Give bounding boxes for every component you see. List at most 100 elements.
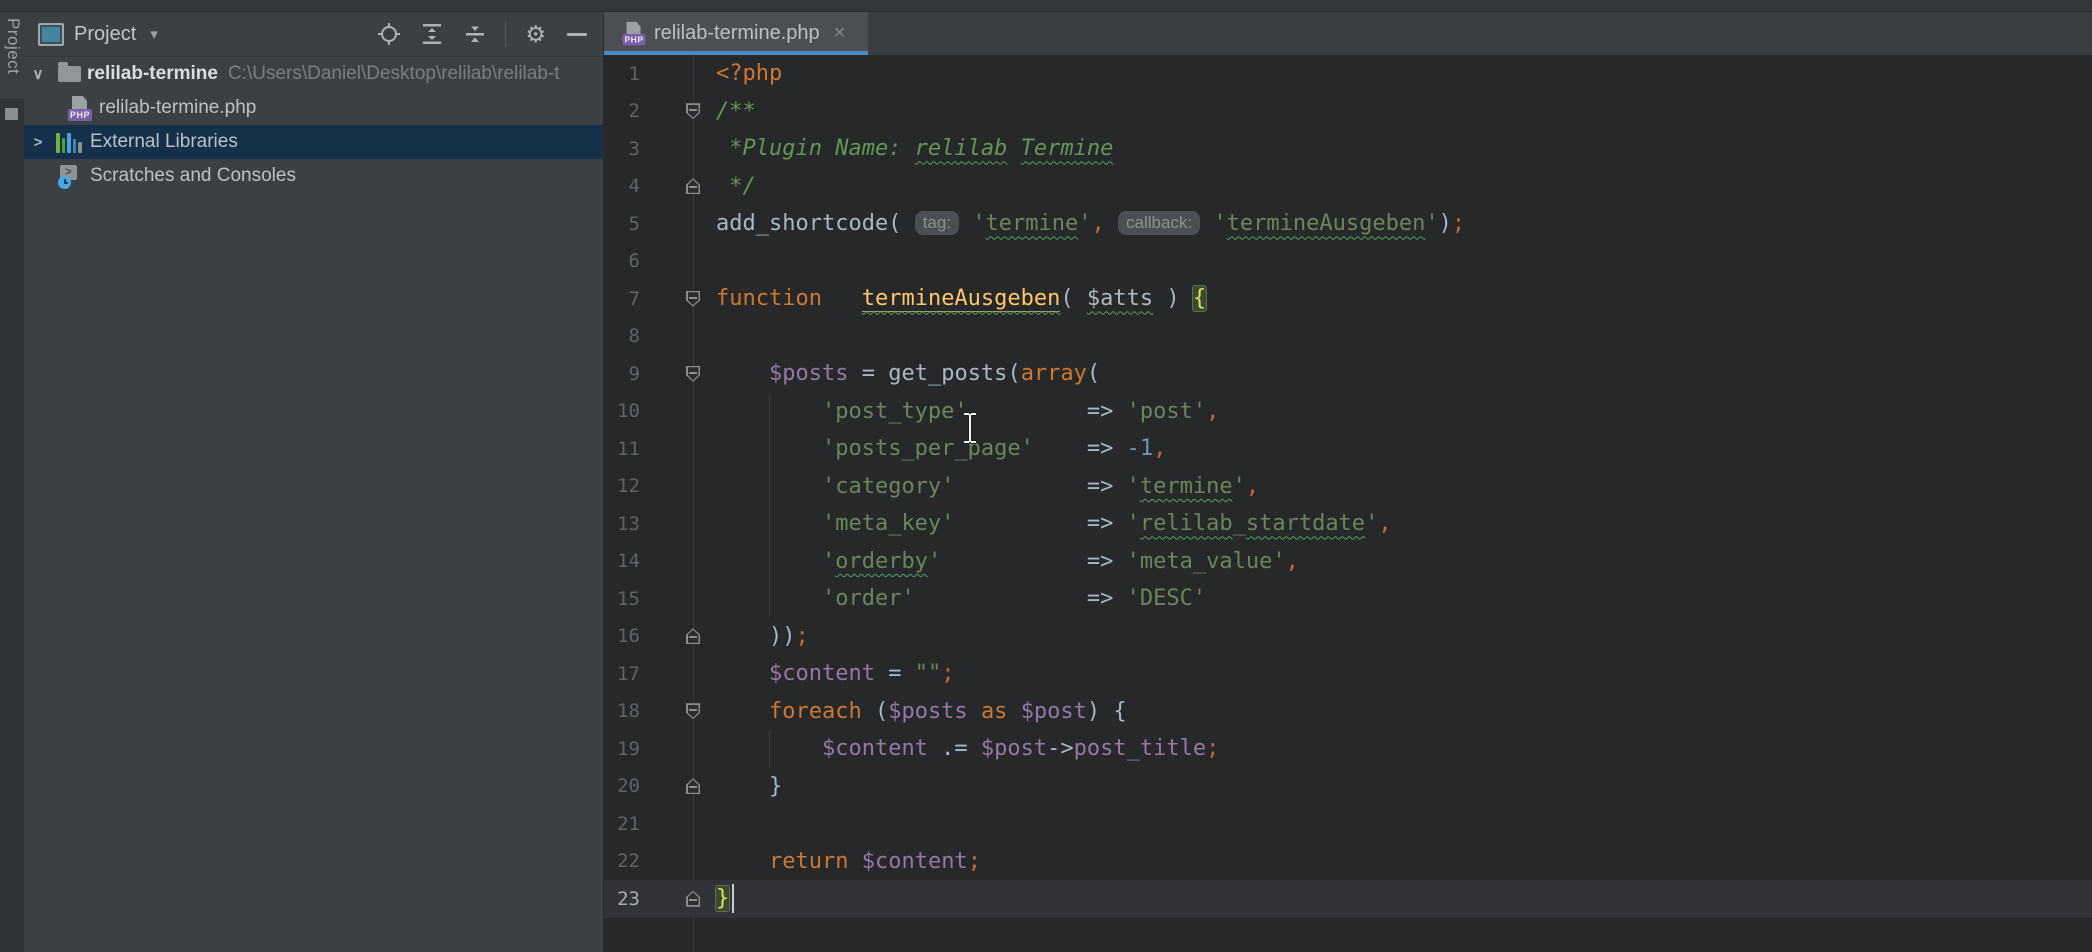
line-number: 1 — [604, 63, 640, 85]
mouse-ibeam-cursor — [961, 411, 979, 450]
code-text: 'meta_key' => 'relilab_startdate', — [716, 511, 1392, 536]
line-number: 23 — [604, 888, 640, 910]
fold-marker-icon[interactable] — [686, 178, 700, 194]
line-number: 12 — [604, 475, 640, 497]
code-line[interactable]: 2/** — [604, 93, 2092, 131]
tree-item-label: Scratches and Consoles — [90, 165, 296, 187]
code-text: $posts = get_posts(array( — [716, 361, 1100, 386]
line-number: 14 — [604, 550, 640, 572]
tool-window-stripe: Project — [0, 12, 24, 952]
line-number: 9 — [604, 363, 640, 385]
code-text: return $content; — [716, 849, 981, 874]
locate-file-button[interactable] — [378, 23, 400, 45]
close-icon[interactable]: × — [834, 22, 846, 45]
tree-item-path: C:\Users\Daniel\Desktop\relilab\relilab-… — [228, 63, 560, 85]
line-number: 18 — [604, 700, 640, 722]
code-line[interactable]: 22 return $content; — [604, 843, 2092, 881]
code-line[interactable]: 21 — [604, 805, 2092, 843]
fold-marker-icon[interactable] — [686, 291, 700, 307]
code-line[interactable]: 16 )); — [604, 618, 2092, 656]
code-line[interactable]: 3 *Plugin Name: relilab Termine — [604, 130, 2092, 168]
editor-tab-bar: PHP relilab-termine.php × — [604, 12, 2092, 55]
tree-item-external-libraries[interactable]: > External Libraries — [24, 125, 603, 159]
line-number: 19 — [604, 738, 640, 760]
fold-marker-icon[interactable] — [686, 891, 700, 907]
project-panel-header: Project ▾ ⚙ — [24, 12, 603, 57]
project-panel: Project ▾ ⚙ ∨ relilab-termine C:\Users\D… — [24, 12, 604, 952]
libraries-icon — [56, 131, 82, 153]
fold-marker-icon[interactable] — [686, 628, 700, 644]
line-number: 13 — [604, 513, 640, 535]
code-text: function termineAusgeben( $atts ) { — [716, 286, 1206, 311]
fold-marker-icon[interactable] — [686, 103, 700, 119]
code-text: <?php — [716, 61, 782, 86]
panel-title: Project — [74, 23, 136, 46]
chevron-expanded-icon[interactable]: ∨ — [30, 65, 46, 83]
line-number: 17 — [604, 663, 640, 685]
tree-item-project-root[interactable]: ∨ relilab-termine C:\Users\Daniel\Deskto… — [24, 57, 603, 91]
code-line[interactable]: 4 */ — [604, 168, 2092, 206]
code-area[interactable]: 1 <?php 2/**3 *Plugin Name: relilab Termin… — [604, 55, 2092, 952]
php-file-icon: PHP — [68, 96, 92, 121]
tree-item-php-file[interactable]: PHP relilab-termine.php — [24, 91, 603, 125]
code-text: 'order' => 'DESC' — [716, 586, 1206, 611]
line-number: 6 — [604, 250, 640, 272]
code-line[interactable]: 23} — [604, 880, 2092, 918]
hide-panel-button[interactable] — [567, 33, 587, 36]
code-line[interactable]: 8 — [604, 318, 2092, 356]
fold-marker-icon[interactable] — [686, 703, 700, 719]
code-text: $content .= $post->post_title; — [716, 736, 1219, 761]
code-text: add_shortcode( tag: 'termine', callback:… — [716, 211, 1465, 236]
code-text: )); — [716, 624, 809, 649]
code-text: /** — [716, 99, 756, 124]
indent-guide — [769, 393, 770, 618]
code-line[interactable]: 14 'orderby' => 'meta_value', — [604, 543, 2092, 581]
fold-marker-icon[interactable] — [686, 366, 700, 382]
code-line[interactable]: 6 — [604, 243, 2092, 281]
code-line[interactable]: 17 $content = ""; — [604, 655, 2092, 693]
line-number: 10 — [604, 400, 640, 422]
scratches-icon: > — [58, 165, 82, 187]
tab-relilab-termine-php[interactable]: PHP relilab-termine.php × — [604, 12, 868, 55]
code-line[interactable]: 18 foreach ($posts as $post) { — [604, 693, 2092, 731]
expand-all-button[interactable] — [421, 23, 443, 45]
code-line[interactable]: 11 'posts_per_page' => -1, — [604, 430, 2092, 468]
line-number: 4 — [604, 175, 640, 197]
stripe-tool-icon[interactable] — [5, 108, 18, 120]
tree-item-label: External Libraries — [90, 131, 238, 153]
editor: PHP relilab-termine.php × 1 <?php 2/**3 *P… — [604, 12, 2092, 952]
php-file-icon: PHP — [623, 22, 646, 46]
fold-marker-icon[interactable] — [686, 778, 700, 794]
collapse-all-button[interactable] — [464, 23, 486, 45]
tree-item-scratches[interactable]: > Scratches and Consoles — [24, 159, 603, 193]
folder-icon — [58, 66, 81, 82]
line-number: 20 — [604, 775, 640, 797]
code-line[interactable]: 1 <?php — [604, 55, 2092, 93]
code-line[interactable]: 12 'category' => 'termine', — [604, 468, 2092, 506]
line-number: 16 — [604, 625, 640, 647]
chevron-collapsed-icon[interactable]: > — [30, 134, 46, 151]
project-tool-window-icon — [38, 23, 64, 46]
code-text: 'category' => 'termine', — [716, 474, 1259, 499]
line-number: 11 — [604, 438, 640, 460]
window-top-edge — [0, 0, 2092, 12]
code-text: 'posts_per_page' => -1, — [716, 436, 1166, 461]
code-line[interactable]: 19 $content .= $post->post_title; — [604, 730, 2092, 768]
code-line[interactable]: 9 $posts = get_posts(array( — [604, 355, 2092, 393]
code-text: } — [716, 886, 729, 911]
code-text: } — [716, 774, 782, 799]
code-line[interactable]: 20 } — [604, 768, 2092, 806]
line-number: 15 — [604, 588, 640, 610]
code-line[interactable]: 10 'post_type' => 'post', — [604, 393, 2092, 431]
code-line[interactable]: 13 'meta_key' => 'relilab_startdate', — [604, 505, 2092, 543]
tree-item-label: relilab-termine.php — [99, 97, 256, 119]
line-number: 8 — [604, 325, 640, 347]
code-line[interactable]: 15 'order' => 'DESC' — [604, 580, 2092, 618]
code-line[interactable]: 7function termineAusgeben( $atts ) { — [604, 280, 2092, 318]
gear-icon[interactable]: ⚙ — [525, 23, 546, 45]
line-number: 21 — [604, 813, 640, 835]
chevron-down-icon[interactable]: ▾ — [150, 25, 158, 43]
code-text: foreach ($posts as $post) { — [716, 699, 1127, 724]
code-line[interactable]: 5add_shortcode( tag: 'termine', callback… — [604, 205, 2092, 243]
stripe-project-button[interactable]: Project — [1, 18, 23, 108]
